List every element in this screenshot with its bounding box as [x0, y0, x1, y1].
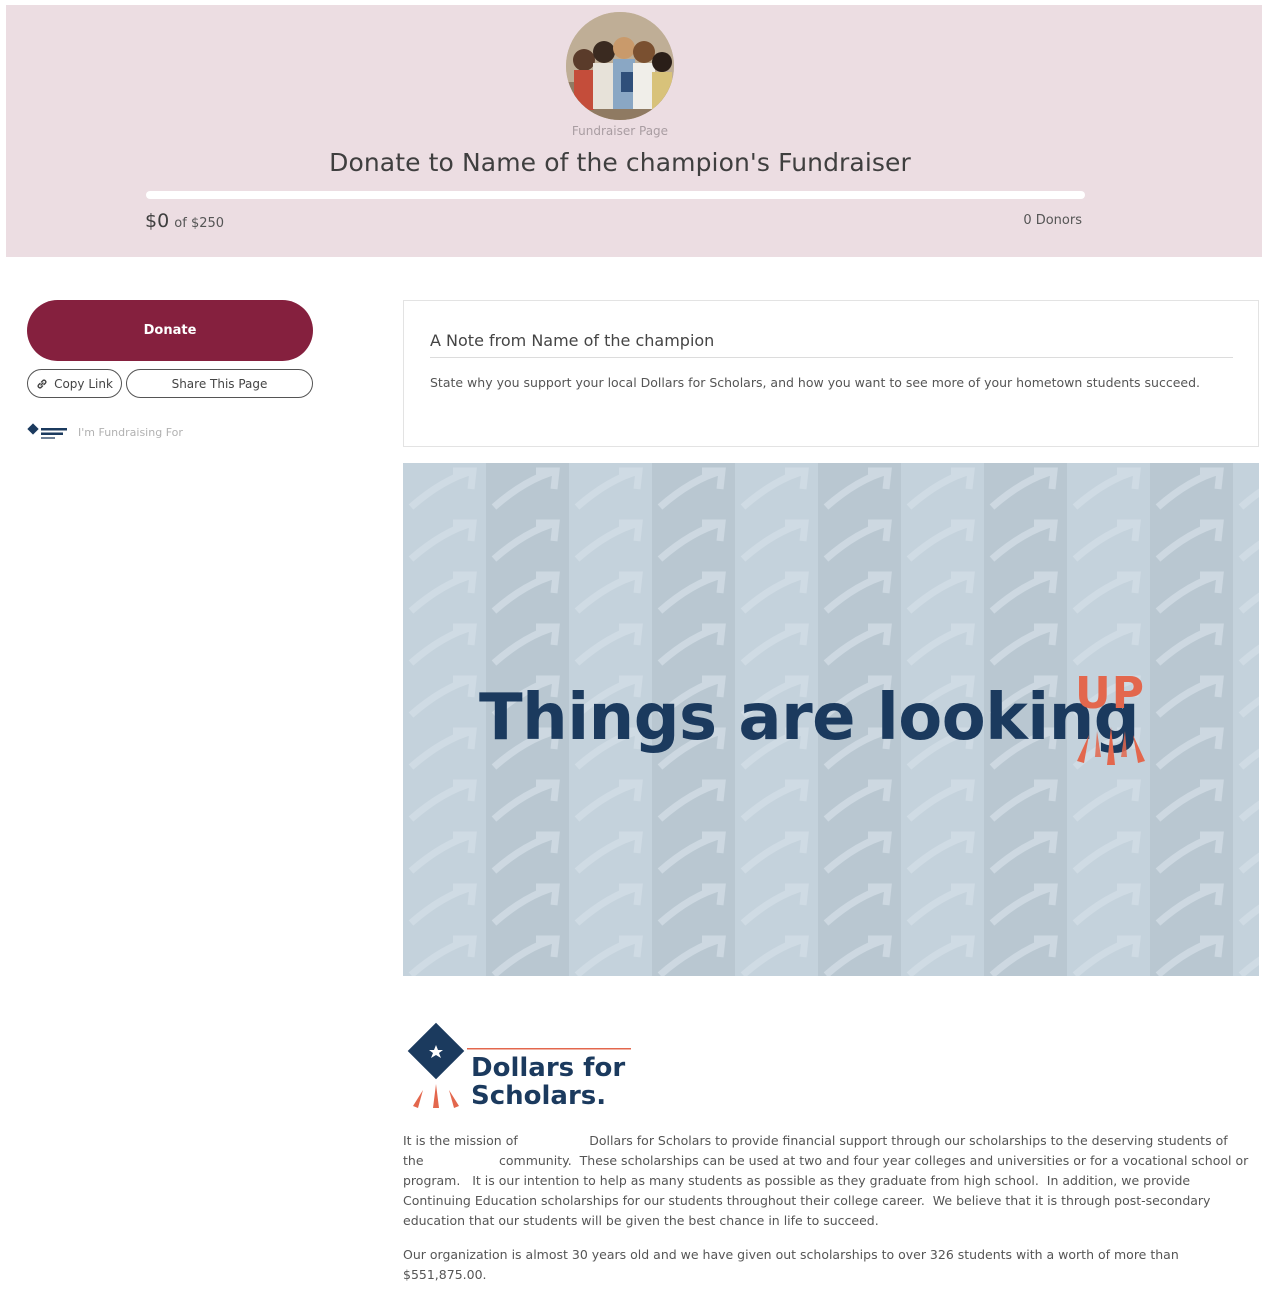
- copy-link-button[interactable]: Copy Link: [27, 369, 122, 398]
- banner-up-text: UP: [1075, 668, 1145, 719]
- organization-name: Dollars for Scholars.: [471, 1054, 625, 1110]
- goal-progress-bar: [146, 191, 1085, 199]
- goal-amount: of $250: [174, 216, 225, 231]
- page-type-label: Fundraiser Page: [571, 124, 669, 138]
- fundraiser-avatar: [566, 12, 674, 120]
- share-page-label: Share This Page: [171, 376, 268, 391]
- donor-count: 0 Donors: [1023, 213, 1082, 228]
- banner-headline: Things are looking: [479, 681, 1140, 755]
- campaign-banner-image: Things are looking UP: [403, 463, 1259, 976]
- raised-summary: $0 of $250: [145, 210, 224, 232]
- fundraising-for-label: I'm Fundraising For: [78, 425, 183, 439]
- mission-paragraph: It is the mission of Dollars for Scholar…: [403, 1133, 1253, 1228]
- fundraising-for-link[interactable]: I'm Fundraising For: [26, 423, 183, 441]
- mission-statement: It is the mission of Dollars for Scholar…: [403, 1131, 1251, 1299]
- champion-note-card: A Note from Name of the champion State w…: [403, 300, 1259, 447]
- burst-icon: [1077, 727, 1145, 765]
- organization-name-line2: Scholars.: [471, 1081, 607, 1111]
- page-title: Donate to Name of the champion's Fundrai…: [329, 148, 911, 177]
- raised-amount: $0: [145, 210, 170, 232]
- share-page-button[interactable]: Share This Page: [126, 369, 313, 398]
- copy-link-label: Copy Link: [54, 376, 113, 391]
- note-title: A Note from Name of the champion: [430, 331, 715, 350]
- fundraiser-header: Fundraiser Page Donate to Name of the ch…: [6, 5, 1262, 257]
- history-paragraph: Our organization is almost 30 years old …: [403, 1247, 1179, 1282]
- note-body: State why you support your local Dollars…: [430, 375, 1201, 390]
- donate-button[interactable]: Donate: [27, 300, 313, 361]
- link-icon: [36, 378, 48, 390]
- dollars-for-scholars-mini-logo: [26, 423, 70, 441]
- note-divider: [430, 357, 1233, 358]
- organization-name-line1: Dollars for: [471, 1053, 626, 1083]
